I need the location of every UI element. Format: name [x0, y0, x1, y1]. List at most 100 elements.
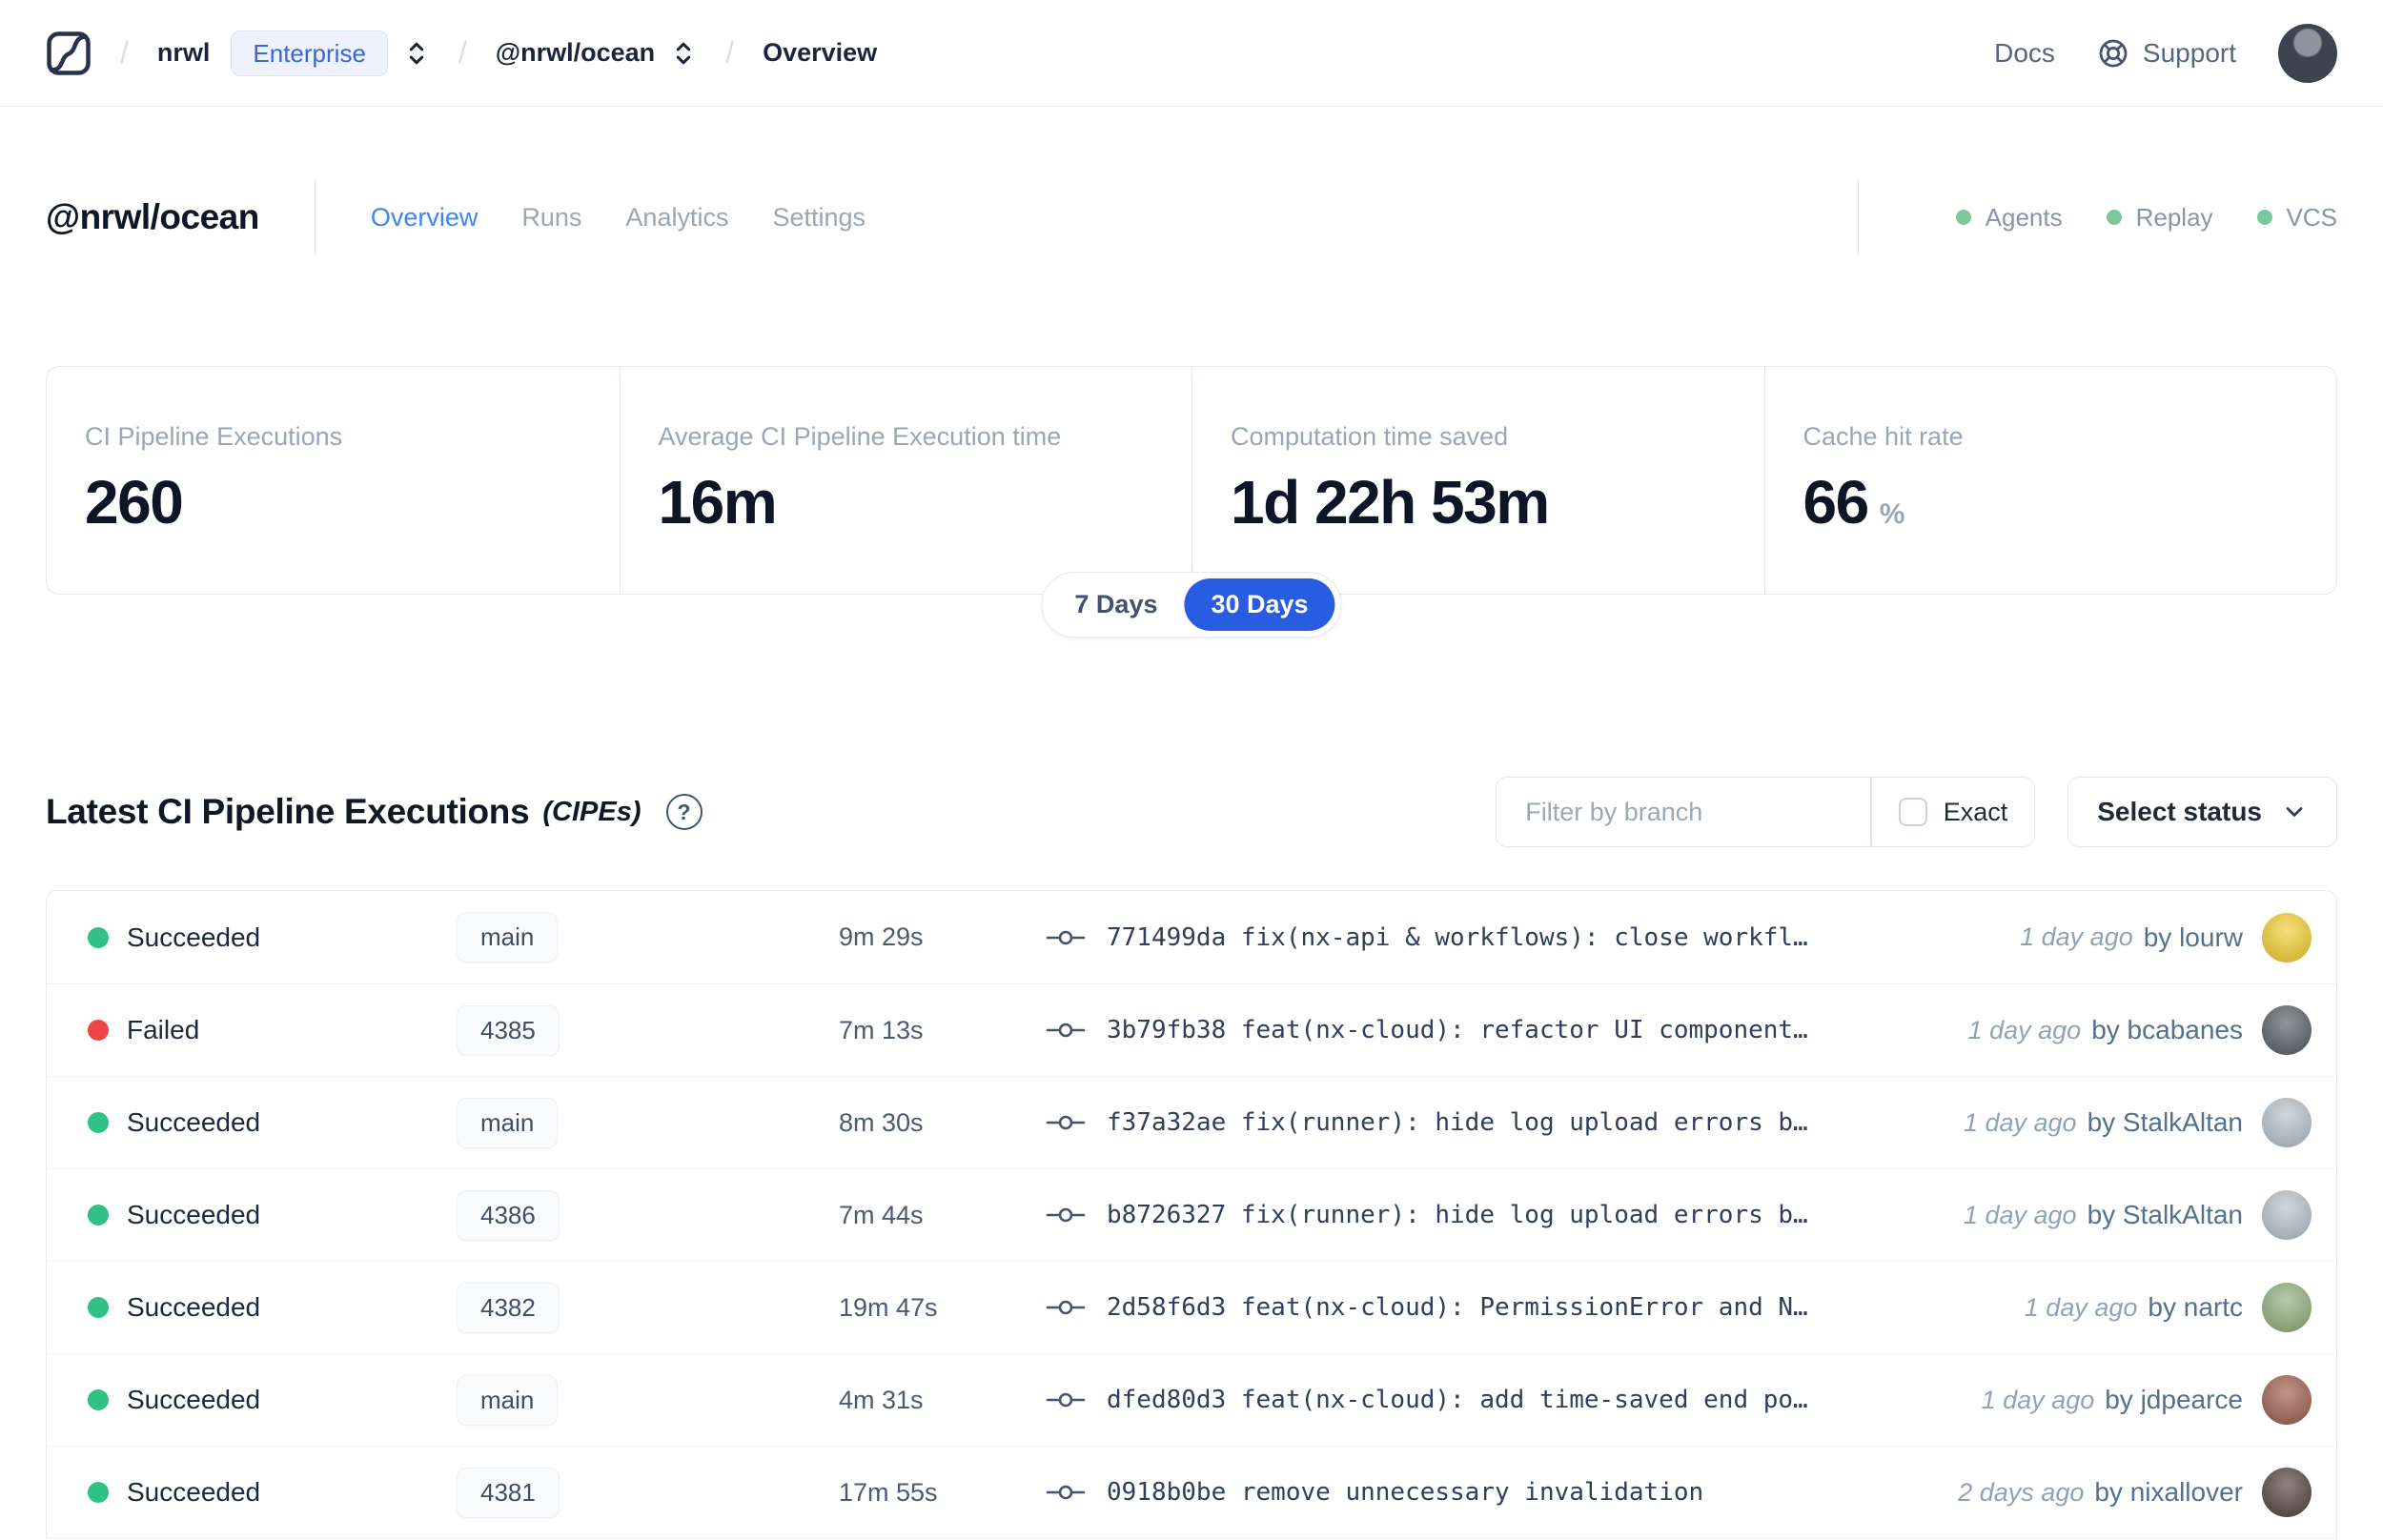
- table-row[interactable]: Succeeded 4382 19m 47s 2d58f6d3 feat(nx-…: [47, 1261, 2336, 1353]
- table-row[interactable]: Succeeded main 8m 30s f37a32ae fix(runne…: [47, 1076, 2336, 1168]
- service-label: Agents: [1985, 202, 2063, 232]
- breadcrumb-workspace[interactable]: @nrwl/ocean: [496, 38, 655, 68]
- time-ago-label: 1 day ago: [2020, 922, 2133, 951]
- service-vcs[interactable]: VCS: [2256, 202, 2337, 233]
- breadcrumb-org[interactable]: nrwl: [157, 38, 211, 68]
- top-navigation-bar: / nrwl Enterprise / @nrwl/ocean / Overvi…: [0, 0, 2383, 107]
- divider: [1857, 180, 1859, 254]
- status-dot: [88, 926, 109, 948]
- service-agents[interactable]: Agents: [1955, 202, 2063, 233]
- workspace-tabs: Overview Runs Analytics Settings: [371, 203, 866, 233]
- tab-overview[interactable]: Overview: [371, 203, 479, 233]
- author-label: by StalkAltan: [2087, 1107, 2243, 1137]
- branch-cell: main: [432, 912, 808, 962]
- breadcrumb-page: Overview: [763, 38, 878, 67]
- time-ago-label: 1 day ago: [1963, 1107, 2077, 1137]
- tab-settings[interactable]: Settings: [772, 203, 866, 233]
- branch-badge: 4382: [457, 1282, 560, 1333]
- branch-cell: 4386: [432, 1189, 808, 1241]
- status-dot: [88, 1205, 109, 1226]
- duration-label: 7m 13s: [839, 1015, 924, 1044]
- author-label: by nixallover: [2094, 1477, 2243, 1507]
- breadcrumb-separator: /: [120, 35, 129, 70]
- time-ago-label: 2 days ago: [1958, 1477, 2085, 1507]
- author-avatar: [2262, 1375, 2312, 1425]
- service-replay[interactable]: Replay: [2106, 202, 2213, 233]
- support-link[interactable]: Support: [2097, 37, 2236, 70]
- commit-message: f37a32ae fix(runner): hide log upload er…: [1107, 1108, 1808, 1137]
- stat-card-computation-time-saved: Computation time saved 1d 22h 53m: [1192, 367, 1764, 594]
- duration-label: 4m 31s: [839, 1385, 924, 1414]
- author-avatar: [2262, 912, 2312, 962]
- duration-label: 17m 55s: [839, 1477, 938, 1507]
- user-avatar[interactable]: [2278, 23, 2337, 83]
- branch-filter-input[interactable]: [1497, 778, 1871, 846]
- meta-cell: 1 day ago by lourw: [1997, 912, 2312, 962]
- commit-message: b8726327 fix(runner): hide log upload er…: [1107, 1201, 1808, 1229]
- breadcrumb: / nrwl Enterprise / @nrwl/ocean / Overvi…: [92, 30, 877, 76]
- section-title-suffix: (CIPEs): [542, 796, 642, 827]
- commit-message: 3b79fb38 feat(nx-cloud): refactor UI com…: [1107, 1016, 1808, 1044]
- stat-card-cache-hit-rate: Cache hit rate 66 %: [1763, 367, 2337, 594]
- status-label: Failed: [127, 1015, 200, 1044]
- range-option-30-days[interactable]: 30 Days: [1184, 578, 1335, 631]
- branch-cell: main: [432, 1097, 808, 1148]
- branch-badge: main: [457, 912, 559, 962]
- branch-badge: 4381: [457, 1467, 560, 1518]
- time-ago-label: 1 day ago: [1967, 1015, 2082, 1044]
- commit-message: 771499da fix(nx-api & workflows): close …: [1107, 922, 1808, 952]
- status-cell: [71, 1389, 117, 1410]
- docs-link[interactable]: Docs: [1994, 38, 2055, 69]
- commit-cell: 771499da fix(nx-api & workflows): close …: [1013, 923, 1997, 952]
- commit-cell: 2d58f6d3 feat(nx-cloud): PermissionError…: [1013, 1293, 2002, 1322]
- tab-runs[interactable]: Runs: [521, 203, 581, 233]
- author-avatar: [2262, 1098, 2312, 1147]
- author-label: by nartc: [2148, 1292, 2243, 1322]
- service-label: VCS: [2286, 202, 2337, 232]
- duration-label: 8m 30s: [839, 1107, 924, 1137]
- status-cell: [71, 1205, 117, 1226]
- stat-card-ci-pipeline-executions: CI Pipeline Executions 260: [47, 367, 620, 594]
- branch-badge: 4385: [457, 1004, 560, 1056]
- breadcrumb-separator: /: [458, 35, 467, 70]
- meta-cell: 1 day ago by bcabanes: [1945, 1005, 2312, 1055]
- stat-value: 66: [1803, 468, 1870, 537]
- stat-label: Average CI Pipeline Execution time: [658, 422, 1062, 451]
- commit-cell: b8726327 fix(runner): hide log upload er…: [1013, 1201, 1941, 1229]
- status-cell: [71, 1112, 117, 1133]
- commit-cell: 3b79fb38 feat(nx-cloud): refactor UI com…: [1013, 1016, 1945, 1044]
- meta-cell: 1 day ago by jdpearce: [1959, 1375, 2312, 1425]
- workspace-switcher-icon[interactable]: [670, 39, 697, 68]
- tab-analytics[interactable]: Analytics: [625, 203, 728, 233]
- branch-badge: main: [457, 1097, 559, 1148]
- commit-message: dfed80d3 feat(nx-cloud): add time-saved …: [1107, 1386, 1808, 1414]
- branch-cell: 4382: [432, 1282, 808, 1333]
- status-cell: [71, 1297, 117, 1318]
- exact-label: Exact: [1943, 797, 2008, 826]
- status-label: Succeeded: [127, 1200, 261, 1229]
- enterprise-badge[interactable]: Enterprise: [231, 30, 388, 76]
- table-row[interactable]: Succeeded main 9m 29s 771499da fix(nx-ap…: [47, 891, 2336, 983]
- author-avatar: [2262, 1190, 2312, 1240]
- org-switcher-icon[interactable]: [403, 39, 430, 68]
- table-row[interactable]: Succeeded 4386 7m 44s b8726327 fix(runne…: [47, 1168, 2336, 1261]
- table-row[interactable]: Succeeded 4381 17m 55s 0918b0be remove u…: [47, 1446, 2336, 1538]
- duration-label: 7m 44s: [839, 1200, 924, 1229]
- green-status-dot: [2256, 210, 2272, 225]
- select-status-dropdown[interactable]: Select status: [2067, 777, 2337, 847]
- cipe-table: Succeeded main 9m 29s 771499da fix(nx-ap…: [46, 890, 2337, 1539]
- branch-filter-group: Exact: [1496, 777, 2036, 847]
- nx-logo[interactable]: [46, 30, 92, 76]
- table-row[interactable]: Failed 4385 7m 13s 3b79fb38 feat(nx-clou…: [47, 983, 2336, 1076]
- commit-cell: dfed80d3 feat(nx-cloud): add time-saved …: [1013, 1386, 1959, 1414]
- git-commit-icon: [1046, 1110, 1086, 1135]
- service-label: Replay: [2135, 202, 2213, 232]
- git-commit-icon: [1046, 1295, 1086, 1320]
- table-row[interactable]: Succeeded main 4m 31s dfed80d3 feat(nx-c…: [47, 1353, 2336, 1446]
- workspace-header: @nrwl/ocean Overview Runs Analytics Sett…: [0, 179, 2383, 255]
- range-option-7-days[interactable]: 7 Days: [1048, 578, 1184, 631]
- help-icon[interactable]: ?: [665, 794, 703, 830]
- meta-cell: 1 day ago by nartc: [2002, 1283, 2312, 1332]
- exact-checkbox[interactable]: [1898, 798, 1927, 826]
- stat-label: Cache hit rate: [1803, 422, 1964, 451]
